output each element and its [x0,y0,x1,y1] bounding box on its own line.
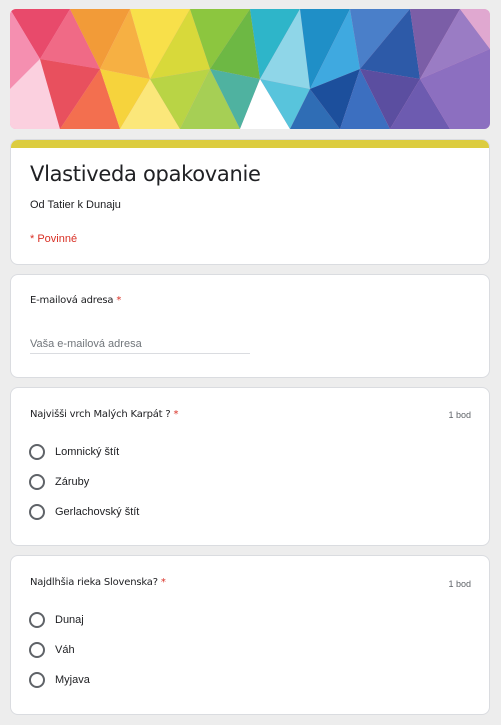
question-title-text: Najdlhšia rieka Slovenska? [30,577,158,588]
option-label: Váh [55,644,75,656]
email-label-text: E-mailová adresa [30,295,114,306]
email-question-card: E-mailová adresa * [10,274,490,378]
required-star: * [116,295,122,306]
form-description: Od Tatier k Dunaju [30,199,121,211]
option-label: Myjava [55,674,90,686]
question-card-2: Najdlhšia rieka Slovenska? * 1 bod Dunaj … [10,555,490,715]
radio-option-myjava[interactable]: Myjava [29,671,90,689]
option-label: Lomnický štít [55,446,120,458]
radio-option-zaruby[interactable]: Záruby [29,473,89,491]
radio-option-lomnicky-stit[interactable]: Lomnický štít [29,443,119,461]
radio-button[interactable] [29,504,45,520]
radio-button[interactable] [29,642,45,658]
form-accent-bar [11,140,489,148]
question-card-1: Najvišši vrch Malých Karpát ? * 1 bod Lom… [10,387,490,546]
required-note: * Povinné [30,233,78,245]
option-label: Dunaj [55,614,84,626]
option-label: Záruby [55,476,90,488]
radio-option-gerlachovsky-stit[interactable]: Gerlachovský štít [29,503,139,521]
option-label: Gerlachovský štít [55,506,140,518]
form-title: Vlastiveda opakovanie [30,162,261,186]
form-header-card: Vlastiveda opakovanie Od Tatier k Dunaju… [10,139,490,265]
question-title: Najdlhšia rieka Slovenska? * [30,577,166,588]
question-title: Najvišši vrch Malých Karpát ? * [30,409,178,420]
required-star: * [173,409,179,420]
radio-button[interactable] [29,672,45,688]
radio-option-dunaj[interactable]: Dunaj [29,611,84,629]
question-points: 1 bod [448,579,471,589]
email-input[interactable] [30,335,250,354]
question-title-text: Najvišši vrch Malých Karpát ? [30,409,171,420]
question-points: 1 bod [448,410,471,420]
radio-button[interactable] [29,474,45,490]
radio-button[interactable] [29,612,45,628]
header-banner-image [10,9,490,129]
radio-button[interactable] [29,444,45,460]
required-star: * [160,577,166,588]
radio-option-vah[interactable]: Váh [29,641,75,659]
email-label: E-mailová adresa * [30,295,121,306]
